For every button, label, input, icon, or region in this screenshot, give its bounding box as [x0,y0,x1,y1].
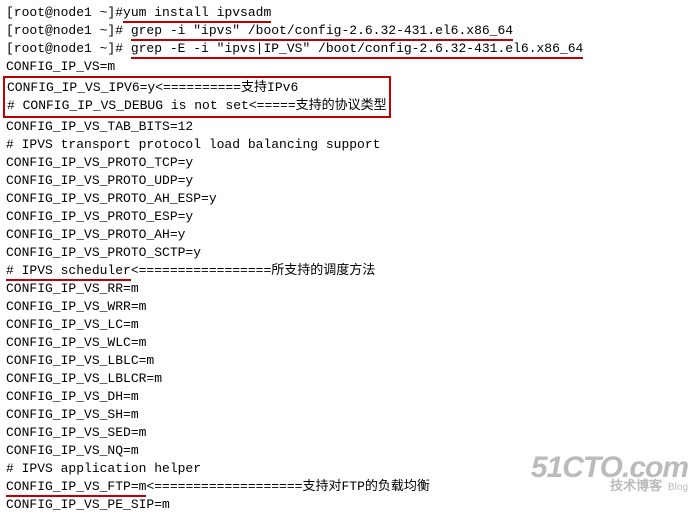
ftp-highlight: CONFIG_IP_VS_FTP=m [6,479,146,497]
cmd-line-grep1: [root@node1 ~]# grep -i "ipvs" /boot/con… [6,23,513,41]
config-line: # IPVS application helper [6,461,201,476]
config-line: CONFIG_IP_VS_PROTO_ESP=y [6,209,193,224]
config-line: # IPVS transport protocol load balancing… [6,137,380,152]
config-line: CONFIG_IP_VS_LBLC=m [6,353,154,368]
config-line: CONFIG_IP_VS=m [6,59,115,74]
cmd-line-yum: [root@node1 ~]#yum install ipvsadm [6,5,271,23]
cmd-yum-install: yum install ipvsadm [123,5,271,23]
scheduler-line: # IPVS scheduler<=================所支持的调度… [6,263,375,281]
config-line: CONFIG_IP_VS_PROTO_UDP=y [6,173,193,188]
highlight-box-ipv6: CONFIG_IP_VS_IPV6=y<==========支持IPv6 # C… [3,76,391,118]
scheduler-highlight: # IPVS scheduler [6,263,131,281]
cmd-grep-ipvs: grep -i "ipvs" /boot/config-2.6.32-431.e… [131,23,513,41]
config-line: CONFIG_IP_VS_PROTO_AH=y [6,227,185,242]
config-line: # CONFIG_IP_VS_DEBUG is not set<=====支持的… [7,98,387,113]
config-line: CONFIG_IP_VS_DH=m [6,389,139,404]
config-line: CONFIG_IP_VS_PROTO_AH_ESP=y [6,191,217,206]
prompt: [root@node1 ~]# [6,23,131,38]
config-line: CONFIG_IP_VS_TAB_BITS=12 [6,119,193,134]
terminal-output: [root@node1 ~]#yum install ipvsadm [root… [6,4,692,514]
config-line: CONFIG_IP_VS_SED=m [6,425,146,440]
ftp-line: CONFIG_IP_VS_FTP=m<===================支持… [6,479,430,497]
ftp-annotation: <===================支持对FTP的负载均衡 [146,479,429,494]
prompt: [root@node1 ~]# [6,41,131,56]
config-line: CONFIG_IP_VS_NQ=m [6,443,139,458]
config-line: CONFIG_IP_VS_RR=m [6,281,139,296]
config-line: CONFIG_IP_VS_SH=m [6,407,139,422]
config-line: CONFIG_IP_VS_LC=m [6,317,139,332]
prompt: [root@node1 ~]# [6,5,123,20]
scheduler-annotation: <=================所支持的调度方法 [131,263,375,278]
cmd-line-grep2: [root@node1 ~]# grep -E -i "ipvs|IP_VS" … [6,41,583,59]
cmd-grep-e-ipvs: grep -E -i "ipvs|IP_VS" /boot/config-2.6… [131,41,583,59]
config-line: CONFIG_IP_VS_PROTO_TCP=y [6,155,193,170]
config-line: CONFIG_IP_VS_LBLCR=m [6,371,162,386]
config-line: CONFIG_IP_VS_WRR=m [6,299,146,314]
config-line: CONFIG_IP_VS_PROTO_SCTP=y [6,245,201,260]
config-line: CONFIG_IP_VS_PE_SIP=m [6,497,170,512]
config-line: CONFIG_IP_VS_IPV6=y<==========支持IPv6 [7,80,298,95]
config-line: CONFIG_IP_VS_WLC=m [6,335,146,350]
